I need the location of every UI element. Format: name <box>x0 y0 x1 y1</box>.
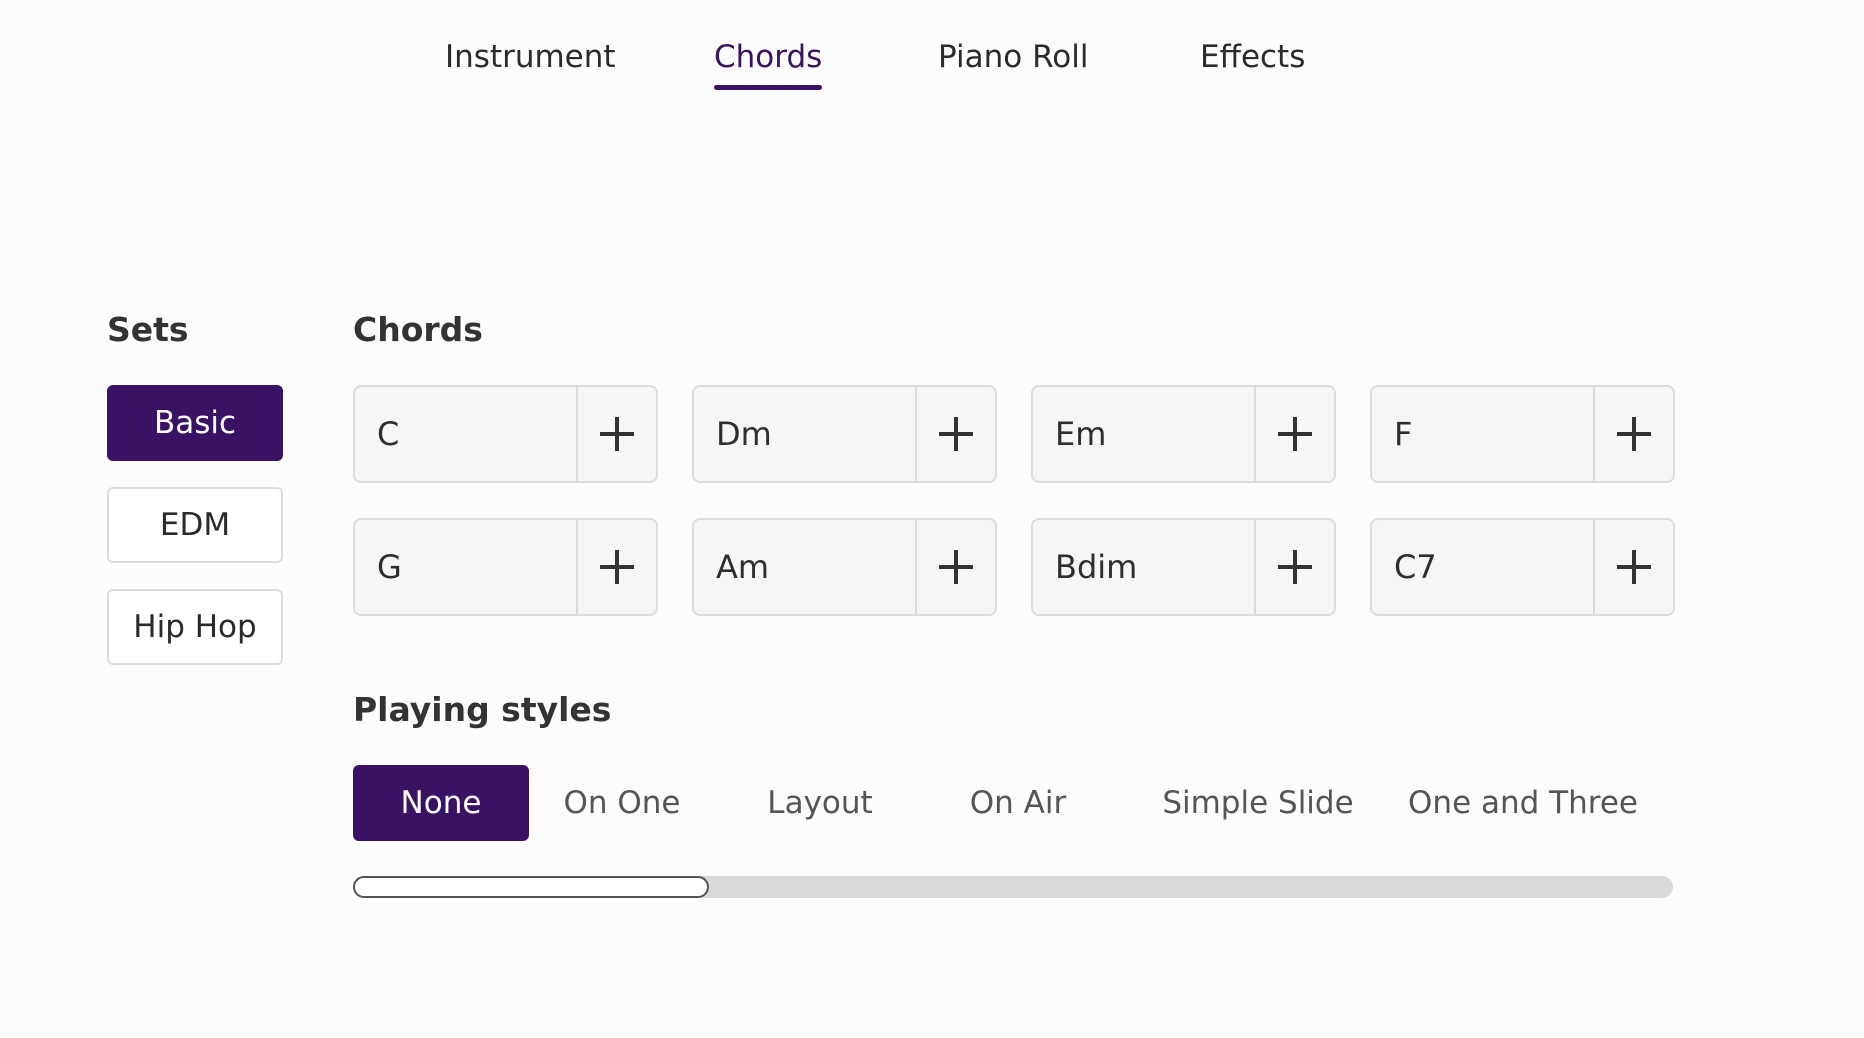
add-chord-button[interactable] <box>578 520 656 614</box>
style-on-one-button[interactable]: On One <box>539 765 705 841</box>
chord-name-button[interactable]: Em <box>1033 387 1256 481</box>
add-chord-button[interactable] <box>1256 387 1334 481</box>
plus-icon <box>1278 550 1312 584</box>
chord-card: Am <box>692 518 997 616</box>
chord-name-button[interactable]: G <box>355 520 578 614</box>
tab-piano-roll[interactable]: Piano Roll <box>938 30 1088 84</box>
set-hip-hop-button[interactable]: Hip Hop <box>107 589 283 665</box>
set-edm-button[interactable]: EDM <box>107 487 283 563</box>
chord-card: F <box>1370 385 1675 483</box>
chord-name-button[interactable]: Dm <box>694 387 917 481</box>
plus-icon <box>600 417 634 451</box>
plus-icon <box>939 417 973 451</box>
style-on-air-button[interactable]: On Air <box>935 765 1101 841</box>
plus-icon <box>1278 417 1312 451</box>
chord-card: C7 <box>1370 518 1675 616</box>
add-chord-button[interactable] <box>1256 520 1334 614</box>
plus-icon <box>1617 550 1651 584</box>
add-chord-button[interactable] <box>1595 520 1673 614</box>
chords-heading: Chords <box>353 310 483 349</box>
tab-effects[interactable]: Effects <box>1200 30 1305 84</box>
plus-icon <box>1617 417 1651 451</box>
chord-name-button[interactable]: C7 <box>1372 520 1595 614</box>
sets-heading: Sets <box>107 310 189 349</box>
chord-card: Bdim <box>1031 518 1336 616</box>
add-chord-button[interactable] <box>917 387 995 481</box>
add-chord-button[interactable] <box>578 387 656 481</box>
plus-icon <box>939 550 973 584</box>
chord-card: Dm <box>692 385 997 483</box>
tab-instrument[interactable]: Instrument <box>445 30 616 84</box>
style-none-button[interactable]: None <box>353 765 529 841</box>
scrollbar-thumb[interactable] <box>353 876 710 898</box>
plus-icon <box>600 550 634 584</box>
chord-name-button[interactable]: Bdim <box>1033 520 1256 614</box>
chord-name-button[interactable]: F <box>1372 387 1595 481</box>
chord-card: Em <box>1031 385 1336 483</box>
tab-chords[interactable]: Chords <box>714 30 823 90</box>
chord-card: C <box>353 385 658 483</box>
chord-name-button[interactable]: Am <box>694 520 917 614</box>
chord-card: G <box>353 518 658 616</box>
style-one-and-three-button[interactable]: One and Three <box>1401 765 1645 841</box>
chord-name-button[interactable]: C <box>355 387 578 481</box>
playing-styles-heading: Playing styles <box>353 690 612 729</box>
add-chord-button[interactable] <box>1595 387 1673 481</box>
style-layout-button[interactable]: Layout <box>737 765 903 841</box>
styles-scrollbar[interactable] <box>353 876 1673 898</box>
style-simple-slide-button[interactable]: Simple Slide <box>1153 765 1363 841</box>
add-chord-button[interactable] <box>917 520 995 614</box>
set-basic-button[interactable]: Basic <box>107 385 283 461</box>
